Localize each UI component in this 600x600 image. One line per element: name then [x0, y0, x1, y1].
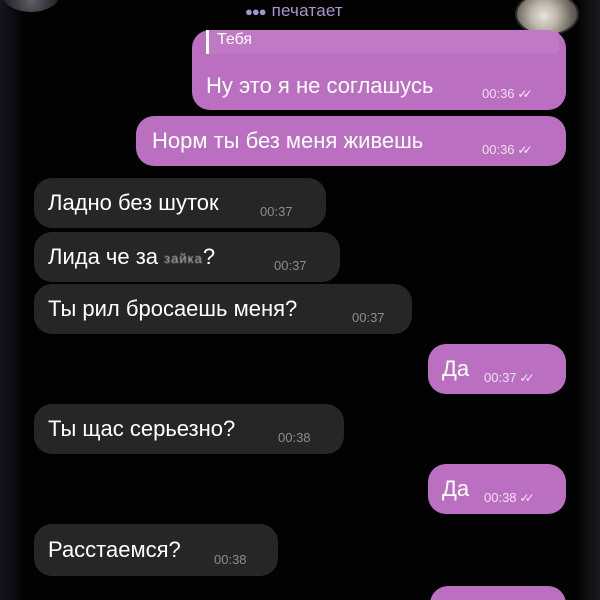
message-text: Ну это я не соглашусь [206, 73, 434, 98]
message-text: Да [442, 476, 470, 501]
message-bubble-outgoing[interactable]: Да 00:38 ✓✓ [428, 464, 566, 514]
message-text-end: ? [202, 244, 216, 269]
message-bubble-incoming[interactable]: Лида че за зайка? 00:37 [34, 232, 340, 282]
message-bubble-outgoing-partial[interactable] [430, 586, 566, 600]
message-meta: 00:38 ✓✓ [484, 490, 535, 505]
message-meta: 00:38 [214, 552, 247, 567]
message-meta: 00:36 ✓✓ [482, 86, 533, 101]
double-check-icon: ✓✓ [517, 143, 533, 157]
typing-dots-icon: ●●● [245, 4, 267, 19]
message-bubble-outgoing[interactable]: Да 00:37 ✓✓ [428, 344, 566, 394]
message-time: 00:38 [484, 490, 517, 505]
message-meta: 00:37 [260, 204, 293, 219]
reply-quote[interactable]: Тебя [206, 30, 559, 54]
reply-quote-author: Тебя [217, 31, 253, 48]
message-bubble-outgoing[interactable]: Тебя Ну это я не соглашусь 00:36 ✓✓ [192, 30, 566, 110]
message-meta: 00:37 [352, 310, 385, 325]
message-time: 00:38 [214, 552, 247, 567]
message-text: Расстаемся? [48, 537, 181, 562]
message-text-start: Лида че за [48, 244, 165, 269]
message-meta: 00:37 ✓✓ [484, 370, 535, 385]
chat-screen: ●●● печатает Тебя Ну это я не соглашусь 0… [0, 0, 600, 600]
message-bubble-incoming[interactable]: Ладно без шуток 00:37 [34, 178, 326, 228]
back-avatar[interactable] [2, 0, 60, 12]
typing-status: печатает [271, 1, 343, 20]
message-time: 00:37 [274, 258, 307, 273]
message-time: 00:37 [484, 370, 517, 385]
double-check-icon: ✓✓ [519, 491, 535, 505]
message-bubble-incoming[interactable]: Расстаемся? 00:38 [34, 524, 278, 576]
message-bubble-incoming[interactable]: Ты щас серьезно? 00:38 [34, 404, 344, 454]
message-text: Лида че за зайка? [48, 244, 215, 270]
double-check-icon: ✓✓ [519, 371, 535, 385]
device-frame-left [0, 0, 22, 600]
message-text: Ты рил бросаешь меня? [48, 296, 298, 321]
message-text: Ладно без шуток [48, 190, 219, 215]
device-frame-right [578, 0, 600, 600]
message-text: Норм ты без меня живешь [152, 128, 424, 153]
double-check-icon: ✓✓ [517, 87, 533, 101]
message-time: 00:36 [482, 86, 515, 101]
message-text: Ты щас серьезно? [48, 416, 236, 441]
message-time: 00:36 [482, 142, 515, 157]
censored-word: зайка [164, 250, 203, 266]
message-time: 00:37 [260, 204, 293, 219]
message-time: 00:38 [278, 430, 311, 445]
message-meta: 00:37 [274, 258, 307, 273]
message-time: 00:37 [352, 310, 385, 325]
typing-indicator: ●●● печатает [245, 1, 343, 21]
message-meta: 00:36 ✓✓ [482, 142, 533, 157]
message-bubble-incoming[interactable]: Ты рил бросаешь меня? 00:37 [34, 284, 412, 334]
message-text: Да [442, 356, 470, 381]
message-meta: 00:38 [278, 430, 311, 445]
message-bubble-outgoing[interactable]: Норм ты без меня живешь 00:36 ✓✓ [136, 116, 566, 166]
